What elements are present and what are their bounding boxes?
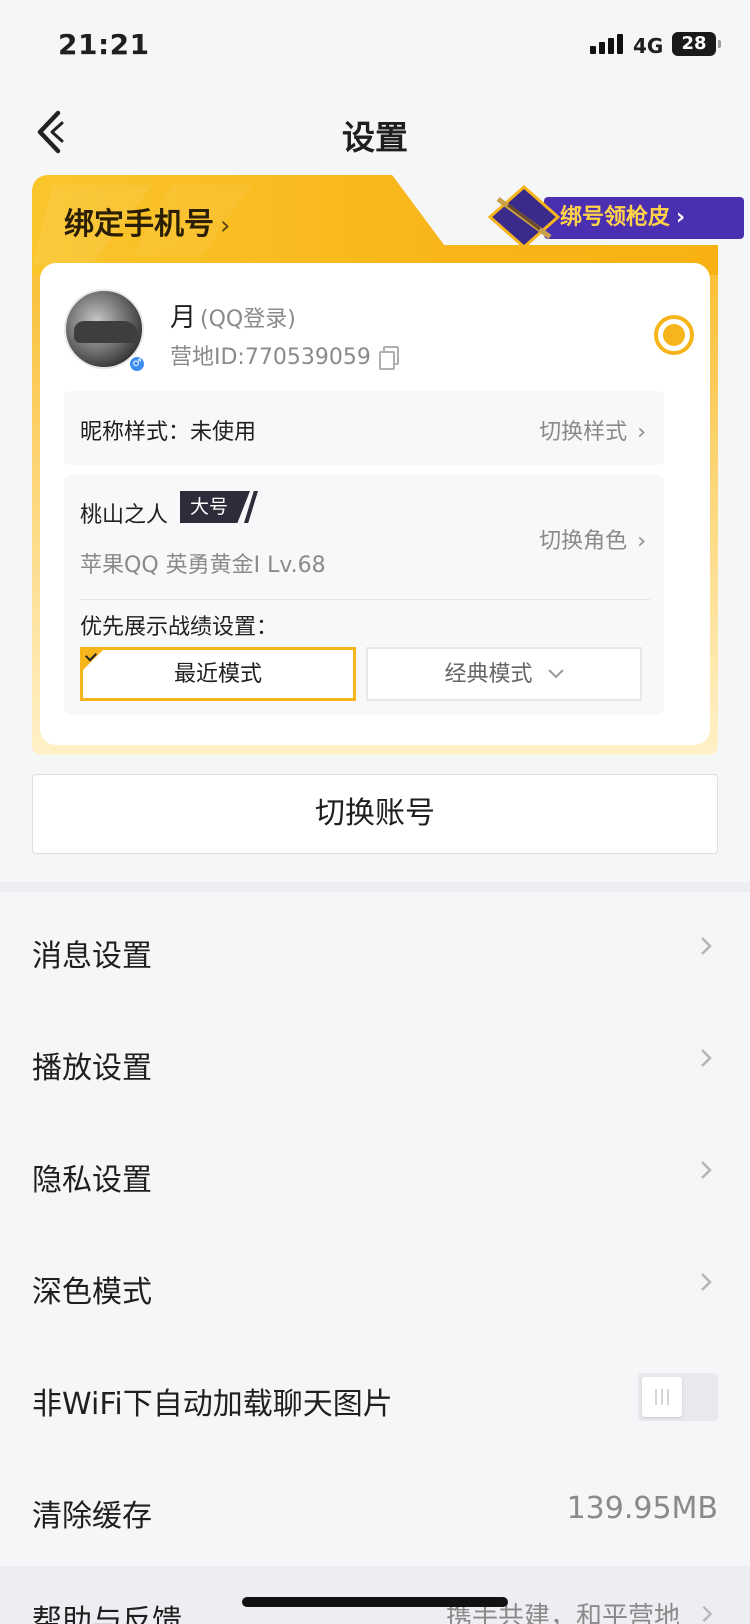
chevron-right-icon [698, 1600, 716, 1624]
mode-recent-label: 最近模式 [173, 662, 262, 687]
nav-bar: 设置 [0, 95, 750, 171]
menu-privacy-settings[interactable]: 隐私设置 [0, 1119, 750, 1231]
record-pref-label: 优先展示战绩设置： [80, 615, 279, 640]
gun-skin-icon [488, 185, 560, 249]
status-bar: 21:21 4G 28 [0, 0, 750, 90]
switch-style-label: 切换样式 [539, 420, 628, 445]
menu-label: 隐私设置 [32, 1163, 152, 1198]
toggle-knob [642, 1377, 682, 1417]
menu-label: 帮助与反馈 [32, 1604, 182, 1624]
chevron-right-icon [696, 1043, 716, 1073]
car-image [74, 321, 138, 343]
battery-icon: 28 [672, 32, 721, 56]
menu-label: 深色模式 [32, 1275, 152, 1310]
chevron-right-icon: › [637, 529, 646, 554]
network-type: 4G [633, 34, 664, 58]
chevron-down-icon [547, 669, 564, 679]
menu-dark-mode[interactable]: 深色模式 [0, 1231, 750, 1343]
bind-phone-label: 绑定手机号 [64, 207, 214, 242]
camp-id-line: 营地ID:770539059 [170, 339, 399, 371]
promo-label: 绑号领枪皮 [560, 205, 671, 230]
chevron-right-icon: › [637, 420, 646, 445]
user-name-line: 月 (QQ登录) [170, 297, 296, 334]
role-box: 桃山之人 大号 苹果QQ 英勇黄金I Lv.68 切换角色 › 优先展示战绩设置：… [64, 475, 664, 715]
switch-account-button[interactable]: 切换账号 [32, 774, 718, 854]
role-info: 苹果QQ 英勇黄金I Lv.68 [80, 553, 326, 578]
mode-recent-button[interactable]: 最近模式 [80, 647, 356, 701]
check-icon [83, 650, 103, 670]
role-badge: 大号 [180, 491, 250, 523]
menu-clear-cache[interactable]: 清除缓存 139.95MB [0, 1455, 750, 1567]
signal-icon [590, 34, 626, 54]
promo-banner[interactable]: 绑号领枪皮 › [488, 185, 744, 249]
bind-phone-link[interactable]: 绑定手机号 › [64, 199, 230, 243]
mode-classic-dropdown[interactable]: 经典模式 [366, 647, 642, 701]
chevron-right-icon: › [220, 211, 231, 241]
chevron-right-icon [696, 1267, 716, 1297]
menu-label: 播放设置 [32, 1051, 152, 1086]
mode-classic-label: 经典模式 [444, 662, 533, 687]
chevron-right-icon [696, 931, 716, 961]
male-icon: ♂ [128, 355, 146, 373]
copy-icon[interactable] [378, 346, 399, 370]
auto-load-toggle[interactable] [638, 1373, 718, 1421]
home-indicator [242, 1597, 508, 1607]
chevron-right-icon [696, 1155, 716, 1185]
page-title: 设置 [342, 118, 408, 157]
user-name: 月 [170, 303, 197, 333]
menu-auto-load-images: 非WiFi下自动加载聊天图片 [0, 1343, 750, 1455]
account-selected-radio[interactable] [654, 315, 694, 355]
section-separator [0, 882, 750, 892]
role-name: 桃山之人 [80, 503, 169, 528]
nickname-style-row[interactable]: 昵称样式：未使用 切换样式 › [64, 391, 664, 465]
menu-label: 清除缓存 [32, 1499, 152, 1534]
cache-size: 139.95MB [566, 1491, 718, 1526]
menu-playback-settings[interactable]: 播放设置 [0, 1007, 750, 1119]
nickname-style-label: 昵称样式：未使用 [80, 420, 257, 445]
menu-help-feedback[interactable]: 帮助与反馈 携手共建，和平营地 [0, 1566, 750, 1624]
promo-badge: 绑号领枪皮 › [544, 197, 744, 239]
switch-role-label: 切换角色 [539, 529, 628, 554]
menu-message-settings[interactable]: 消息设置 [0, 895, 750, 1007]
account-panel: ♂ 月 (QQ登录) 营地ID:770539059 昵称样式：未使用 切换样式 › … [40, 263, 710, 745]
status-time: 21:21 [58, 28, 150, 61]
switch-role-link[interactable]: 切换角色 › [539, 523, 646, 555]
camp-id: 营地ID:770539059 [170, 345, 371, 370]
chevron-right-icon: › [676, 205, 686, 230]
switch-style-link[interactable]: 切换样式 › [539, 414, 646, 446]
menu-label: 消息设置 [32, 939, 152, 974]
account-card: 绑定手机号 › 绑号领枪皮 › ♂ 月 (QQ登录) 营地ID:770539059 昵… [32, 175, 744, 755]
login-type: (QQ登录) [200, 307, 296, 332]
divider [80, 599, 650, 600]
menu-label: 非WiFi下自动加载聊天图片 [32, 1387, 393, 1422]
